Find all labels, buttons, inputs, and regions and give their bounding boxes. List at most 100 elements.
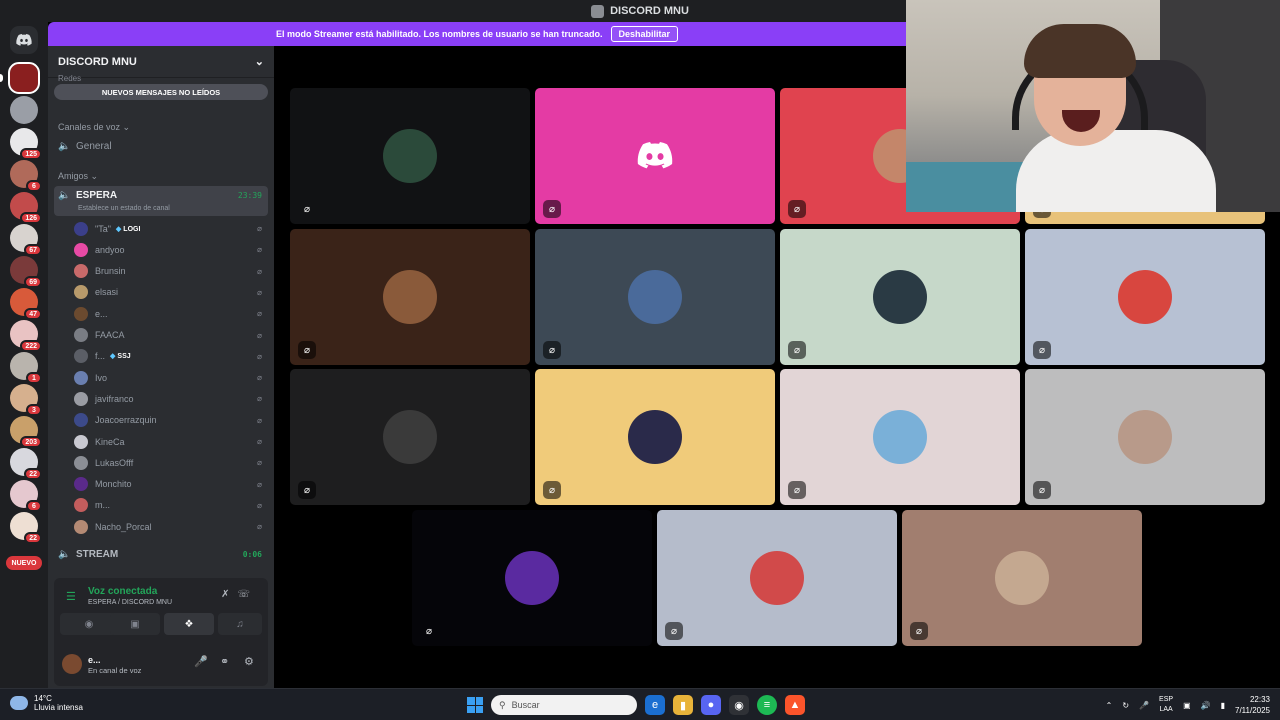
participant-tile[interactable]: ⌀ (535, 88, 775, 224)
soundboard-button[interactable]: ♫ (218, 613, 262, 635)
battery-icon[interactable]: ▮ (1221, 701, 1225, 710)
server-item[interactable]: 203 (10, 416, 42, 448)
participant-tile[interactable]: ⌀ (780, 369, 1020, 505)
screen-share-button[interactable]: ▣ (110, 613, 160, 635)
participant-tile[interactable]: ⌀ (412, 510, 652, 646)
avatar (750, 551, 804, 605)
sync-icon[interactable]: ↻ (1122, 701, 1129, 710)
edge-icon[interactable]: e (645, 695, 665, 715)
weather-widget[interactable]: 14°C Lluvia intensa (10, 694, 83, 712)
network-icon[interactable]: ▣ (1183, 701, 1191, 710)
unread-badge: 6 (26, 180, 42, 192)
muted-mic-icon: ⌀ (788, 200, 806, 218)
member-name: javifranco (95, 393, 134, 404)
server-item[interactable]: 67 (10, 224, 42, 256)
activities-button[interactable]: ❖ (164, 613, 214, 635)
server-item[interactable]: 6 (10, 160, 42, 192)
voice-connected-subtitle[interactable]: ESPERA / DISCORD MNU (88, 599, 172, 606)
voice-member[interactable]: e... ⌀ (74, 303, 268, 324)
server-active[interactable] (8, 62, 40, 94)
chevron-up-icon[interactable]: ⌃ (1106, 701, 1113, 710)
voice-member[interactable]: Monchito ⌀ (74, 474, 268, 495)
channel-espera[interactable]: 🔈 ESPERA 23:39 Establece un estado de ca… (54, 186, 268, 216)
channel-stream[interactable]: 🔈 STREAM 0:06 (54, 544, 268, 564)
muted-mic-icon: ⌀ (910, 622, 928, 640)
server-item[interactable]: 3 (10, 384, 42, 416)
avatar[interactable] (62, 654, 82, 674)
category-voice[interactable]: Canales de voz ⌄ (58, 122, 130, 133)
participant-tile[interactable]: ⌀ (780, 229, 1020, 365)
voice-member[interactable]: FAACA ⌀ (74, 325, 268, 346)
muted-icons: ⌀ (257, 330, 264, 340)
search-input[interactable]: ⚲ Buscar (491, 695, 637, 715)
server-item[interactable]: 69 (10, 256, 42, 288)
voice-member[interactable]: Ivo ⌀ (74, 367, 268, 388)
mute-mic-icon[interactable]: 🎤 (194, 655, 208, 668)
voice-member[interactable]: andyoo ⌀ (74, 239, 268, 260)
category-redes[interactable]: Redes (58, 74, 81, 83)
server-item[interactable]: 47 (10, 288, 42, 320)
chrome-icon[interactable]: ◉ (729, 695, 749, 715)
spotify-icon[interactable]: ≡ (757, 695, 777, 715)
language-indicator[interactable]: ESP LAA (1159, 695, 1173, 715)
brave-icon[interactable]: ▲ (785, 695, 805, 715)
signal-icon[interactable]: ☰ (66, 590, 76, 603)
participant-tile[interactable]: ⌀ (902, 510, 1142, 646)
member-name: LukasOfff (95, 457, 134, 468)
server-item[interactable]: 125 (10, 128, 42, 160)
disconnect-controls[interactable]: ✗☏ (221, 589, 258, 600)
unread-messages-pill[interactable]: NUEVOS MENSAJES NO LEÍDOS (54, 84, 268, 100)
disable-streamer-button[interactable]: Deshabilitar (610, 26, 679, 42)
server-item[interactable]: 22 (10, 512, 42, 544)
muted-mic-icon: ⌀ (543, 200, 561, 218)
banner-text: El modo Streamer está habilitado. Los no… (275, 29, 603, 39)
guild-header[interactable]: DISCORD MNU ⌄ (48, 46, 274, 78)
volume-icon[interactable]: 🔊 (1201, 701, 1211, 710)
mic-icon[interactable]: 🎤 (1139, 701, 1149, 710)
member-name: f... (95, 351, 106, 362)
unread-badge: 22 (24, 532, 42, 544)
participant-tile[interactable]: ⌀ (1025, 369, 1265, 505)
voice-member[interactable]: elsasi ⌀ (74, 282, 268, 303)
server-item[interactable]: 6 (10, 480, 42, 512)
member-name: KineCa (95, 436, 125, 447)
user-name[interactable]: e... (88, 655, 101, 665)
windows-start-icon[interactable] (467, 697, 483, 713)
participant-tile[interactable]: ⌀ (290, 369, 530, 505)
server-item[interactable]: 222 (10, 320, 42, 352)
voice-member[interactable]: javifranco ⌀ (74, 388, 268, 409)
server-pill (0, 74, 3, 82)
participant-tile[interactable]: ⌀ (657, 510, 897, 646)
voice-member[interactable]: f... SSJ ⌀ (74, 346, 268, 367)
voice-member[interactable]: LukasOfff ⌀ (74, 452, 268, 473)
headphones-icon[interactable]: ⚭ (220, 655, 229, 668)
server-item[interactable] (10, 96, 38, 124)
server-item[interactable]: 1 (10, 352, 42, 384)
clock[interactable]: 22:33 7/11/2025 (1235, 694, 1270, 716)
voice-member[interactable]: m... ⌀ (74, 495, 268, 516)
gear-icon[interactable]: ⚙ (244, 655, 254, 668)
guild-name: DISCORD MNU (58, 55, 137, 68)
channel-general[interactable]: 🔈 General (54, 136, 268, 156)
server-item[interactable]: 22 (10, 448, 42, 480)
discord-home-button[interactable] (10, 26, 38, 54)
search-icon: ⚲ (499, 699, 506, 710)
unread-badge: 203 (20, 436, 42, 448)
voice-member[interactable]: KineCa ⌀ (74, 431, 268, 452)
participant-tile[interactable]: ⌀ (535, 229, 775, 365)
voice-member[interactable]: Joacoerrazquin ⌀ (74, 410, 268, 431)
voice-member[interactable]: Brunsin ⌀ (74, 261, 268, 282)
folder-icon[interactable]: ▮ (673, 695, 693, 715)
participant-tile[interactable]: ⌀ (535, 369, 775, 505)
discord-taskbar-icon[interactable]: ● (701, 695, 721, 715)
voice-member[interactable]: "Ta" LOGI ⌀ (74, 218, 268, 239)
participant-tile[interactable]: ⌀ (1025, 229, 1265, 365)
category-friends[interactable]: Amigos ⌄ (58, 171, 98, 182)
voice-member[interactable]: Nacho_Porcal ⌀ (74, 516, 268, 537)
new-badge[interactable]: NUEVO (6, 556, 42, 570)
server-item[interactable]: 126 (10, 192, 42, 224)
channel-status[interactable]: Establece un estado de canal (78, 205, 170, 212)
participant-tile[interactable]: ⌀ (290, 88, 530, 224)
voice-connected-title[interactable]: Voz conectada (88, 586, 157, 597)
participant-tile[interactable]: ⌀ (290, 229, 530, 365)
